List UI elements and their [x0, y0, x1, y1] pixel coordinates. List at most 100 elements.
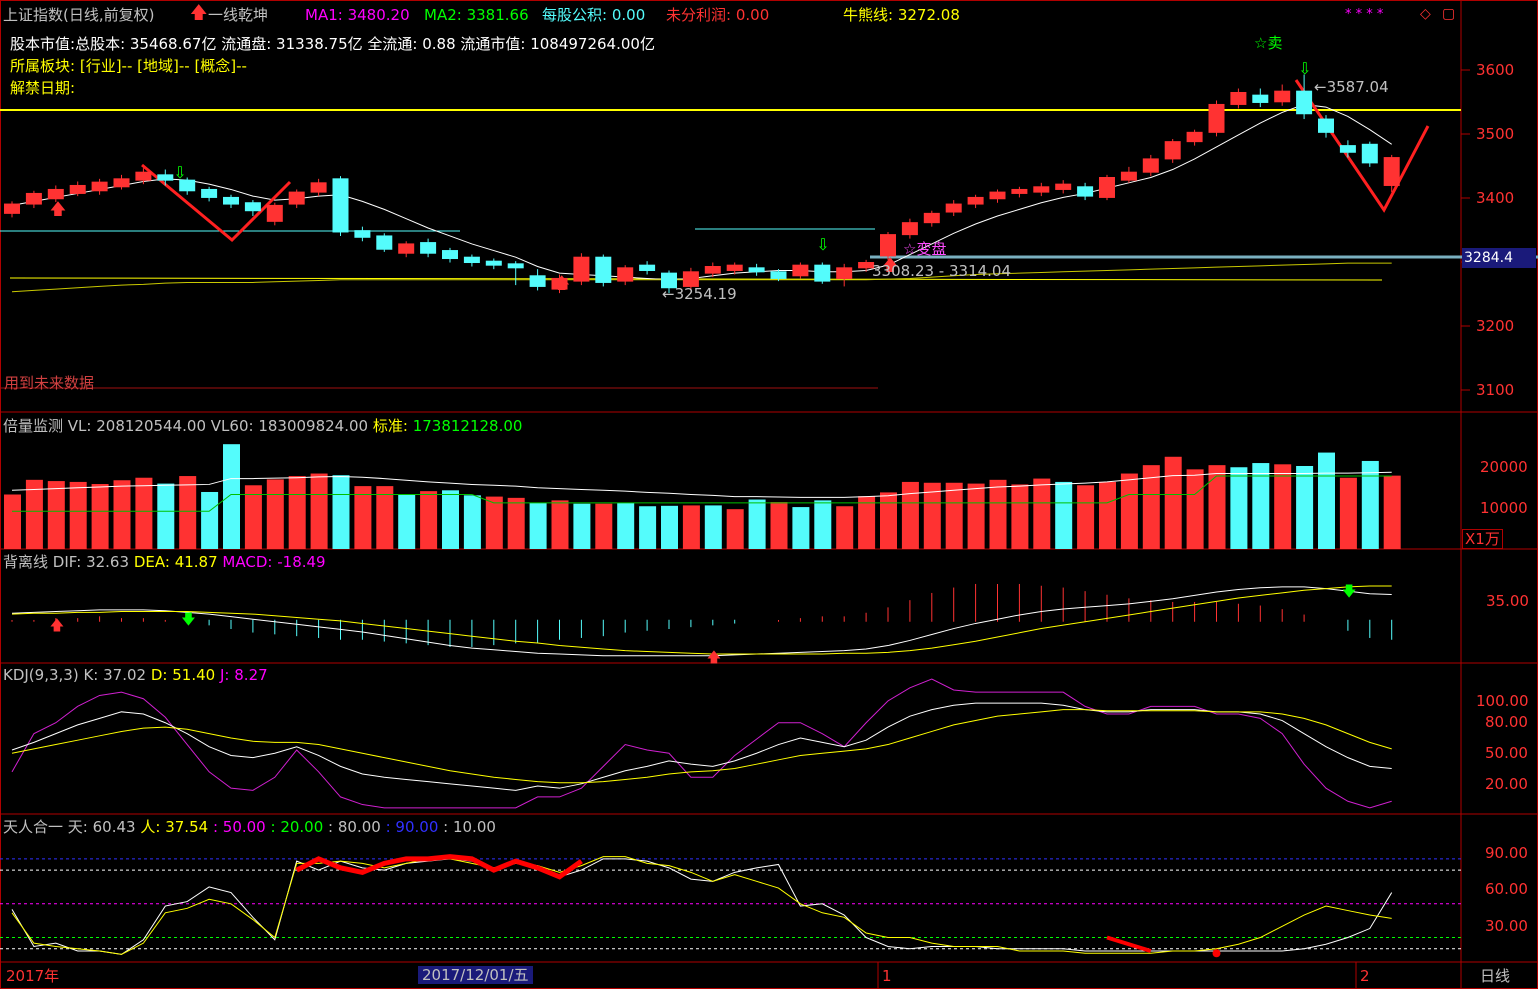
- vol-tick: 20000: [1480, 458, 1528, 476]
- candle-body: [1383, 157, 1400, 186]
- price-tick: 3500: [1476, 125, 1515, 143]
- vol-unit: X1万: [1462, 529, 1503, 549]
- volume-bar: [726, 509, 744, 549]
- period-button[interactable]: 日线: [1480, 967, 1510, 985]
- volume-bar: [1099, 481, 1116, 549]
- trh-l10: : 10.00: [443, 818, 496, 836]
- sell-signal: ☆卖: [1254, 34, 1283, 52]
- candle-body: [880, 234, 896, 257]
- volume-bar: [398, 494, 416, 549]
- candle-body: [989, 191, 1006, 200]
- volume-bar: [507, 497, 525, 549]
- candle-body: [354, 230, 371, 238]
- candle-body: [485, 260, 502, 266]
- mgb-value: 0.00: [611, 6, 646, 24]
- volume-bar: [1339, 477, 1357, 549]
- volume-bar: [201, 491, 219, 549]
- volume-bar: [179, 476, 197, 549]
- candle-body: [201, 188, 218, 198]
- candle-body: [4, 203, 20, 214]
- k-value: 37.02: [103, 666, 147, 684]
- volume-bar: [1186, 469, 1204, 549]
- candle-body: [792, 264, 809, 277]
- up-arrow-icon: 🡅: [554, 273, 570, 292]
- volume-bar: [770, 502, 788, 549]
- macd-tick: 35.00: [1486, 592, 1529, 610]
- candle-body: [113, 178, 130, 188]
- d-label: D:: [150, 666, 168, 684]
- candle-body: [704, 265, 721, 274]
- candle-body: [639, 264, 656, 271]
- macd-label: MACD:: [222, 553, 273, 571]
- candle-body: [398, 243, 415, 254]
- candle-body: [442, 250, 458, 260]
- volume-bar: [945, 482, 963, 549]
- candle-body: [617, 267, 634, 282]
- volume-bar: [1077, 485, 1095, 549]
- up-arrow-icon: 🡅: [707, 650, 721, 666]
- candle-body: [1033, 186, 1050, 193]
- macd-panel: 🡅 🡇 🡅 🡇: [11, 583, 1393, 666]
- trh-l90: : 90.00: [385, 818, 439, 836]
- down-arrow-icon: 🡇: [181, 612, 195, 628]
- volume-bar: [529, 502, 547, 549]
- candle-body: [244, 202, 261, 212]
- trh-l80: : 80.00: [328, 818, 381, 836]
- trh-l20: : 20.00: [270, 818, 324, 836]
- wfp-label: 未分利润:: [666, 6, 732, 24]
- down-arrow-icon: ⇩: [816, 235, 829, 254]
- dea-line: [11, 585, 1392, 655]
- candle-body: [1142, 158, 1159, 173]
- volume-bar: [376, 486, 394, 549]
- j-value: 8.27: [234, 666, 268, 684]
- low-label: 3254.19: [674, 285, 737, 303]
- candle-body: [47, 188, 64, 200]
- mgb-label: 每股公积:: [542, 6, 608, 24]
- candle-body: [945, 203, 962, 213]
- volume-bar: [1055, 481, 1073, 549]
- candle-body: [420, 242, 437, 254]
- volume-bar: [661, 505, 678, 549]
- candle-body: [463, 256, 480, 264]
- tian-label: 天:: [67, 818, 88, 836]
- dif-line: [11, 586, 1392, 657]
- volume-bar: [1011, 484, 1029, 549]
- std-value: 173812128.00: [412, 417, 523, 435]
- volume-bar: [1274, 464, 1292, 549]
- candle-body: [967, 196, 984, 205]
- candle-body: [223, 196, 239, 205]
- trh-l50: : 50.00: [212, 818, 266, 836]
- vol-ma-line: [11, 471, 1392, 498]
- range-label: 3308.23 - 3314.04: [872, 262, 1012, 280]
- ma1-line: [11, 103, 1392, 281]
- candle-body: [1120, 171, 1137, 181]
- volume-bar: [792, 507, 810, 549]
- window-icon[interactable]: ▢: [1442, 5, 1455, 23]
- volume-bar: [573, 503, 591, 549]
- candle-body: [376, 235, 393, 250]
- volume-bar: [113, 480, 131, 549]
- volume-bar: [266, 479, 284, 549]
- diamond-icon[interactable]: ◇: [1420, 5, 1431, 23]
- candle-body: [573, 256, 590, 282]
- volume-bar: [1164, 456, 1182, 549]
- dea-value: 41.87: [174, 553, 218, 571]
- candle-body: [1055, 183, 1072, 190]
- indicator-name: 一线乾坤: [208, 6, 269, 24]
- volume-bar: [47, 481, 65, 549]
- volume-bar: [135, 477, 153, 549]
- k-label: K:: [83, 666, 99, 684]
- candle-body: [1296, 90, 1313, 115]
- volume-bar: [1230, 467, 1248, 549]
- volume-bar: [814, 500, 832, 549]
- candle-body: [923, 212, 940, 224]
- price-tick: 3400: [1476, 189, 1515, 207]
- trh-dot: [1212, 949, 1221, 958]
- chart-title: 上证指数(日线,前复权): [3, 6, 155, 24]
- volume-bar: [288, 476, 306, 549]
- volume-bar: [967, 483, 985, 549]
- candle-body: [1099, 177, 1115, 198]
- info-line1-label: 股本市值:: [10, 35, 76, 53]
- down-arrow-icon: ⇩: [1298, 59, 1311, 78]
- tian-value: 60.43: [92, 818, 136, 836]
